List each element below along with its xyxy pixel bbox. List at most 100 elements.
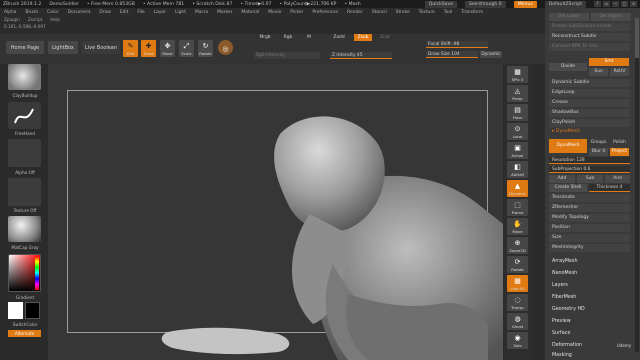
freehand-stroke-thumbnail[interactable]: [8, 102, 41, 129]
dynamic-subdiv-section[interactable]: Dynamic Subdiv: [549, 79, 630, 87]
dynamic-button[interactable]: ▲ Dynamic: [507, 180, 528, 197]
live-boolean-button[interactable]: Live Boolean: [82, 41, 120, 54]
switch-color-button[interactable]: SwitchColor: [5, 322, 45, 327]
focal-shift-slider[interactable]: Focal Shift -98: [426, 41, 488, 48]
crease-section[interactable]: Crease: [549, 99, 630, 107]
menus-button[interactable]: Menus: [513, 0, 537, 8]
material-thumbnail[interactable]: [8, 216, 41, 242]
menu-picker[interactable]: Picker: [290, 10, 303, 15]
menu-draw[interactable]: Draw: [99, 10, 110, 15]
z-intensity-slider[interactable]: Z Intensity 45: [330, 52, 392, 59]
menu-layer[interactable]: Layer: [154, 10, 166, 15]
rgb-button[interactable]: Rgb: [280, 34, 296, 41]
solo-button[interactable]: ◉ Solo: [507, 332, 528, 349]
menu-preferences[interactable]: Preferences: [312, 10, 338, 15]
resolution-slider[interactable]: Resolution 128: [549, 157, 630, 164]
scale-mode-button[interactable]: ⤢ Scale: [179, 40, 194, 57]
main-color-swatch[interactable]: [8, 302, 23, 319]
quicksave-button[interactable]: QuickSave: [424, 0, 458, 8]
suv-toggle[interactable]: Suv: [589, 68, 608, 76]
ghost-button[interactable]: ◍ Ghost: [507, 313, 528, 330]
mrgb-button[interactable]: Mrgb: [254, 34, 276, 41]
dynamic-size-button[interactable]: Dynamic: [480, 51, 502, 58]
menu-help[interactable]: Help: [50, 17, 60, 23]
claypolish-section[interactable]: ClayPolish: [549, 119, 630, 127]
m-button[interactable]: M: [304, 34, 314, 41]
sculpt-model[interactable]: [48, 64, 503, 360]
thickness-slider[interactable]: Thickness 4: [589, 184, 630, 192]
palette-scrollbar[interactable]: [635, 18, 639, 352]
add-button[interactable]: Add: [549, 175, 575, 183]
create-shell-button[interactable]: Create Shell: [549, 184, 587, 192]
meshintegrity-section[interactable]: MeshIntegrity: [549, 244, 630, 252]
groups-toggle[interactable]: Groups: [589, 139, 608, 147]
menu-file[interactable]: File: [137, 10, 144, 15]
menu-alpha[interactable]: Alpha: [4, 10, 16, 15]
arraymesh-subpalette[interactable]: ArrayMesh: [549, 256, 633, 267]
see-through-slider[interactable]: See-through 0: [465, 0, 506, 8]
menu-zplugin[interactable]: Zplugin: [4, 17, 20, 23]
document-canvas[interactable]: [48, 64, 503, 360]
default-zscript-button[interactable]: DefaultZScript: [544, 0, 586, 8]
nanomesh-subpalette[interactable]: NanoMesh: [549, 268, 633, 279]
project-toggle[interactable]: Project: [610, 148, 629, 156]
menu-macro[interactable]: Macro: [195, 10, 208, 15]
edit-mode-button[interactable]: ✎ Edit: [123, 40, 138, 57]
menu-transform[interactable]: Transform: [461, 10, 483, 15]
reconstruct-subdiv-button[interactable]: Reconstruct Subdiv: [549, 33, 630, 41]
shadowbox-section[interactable]: ShadowBox: [549, 109, 630, 117]
minimize-icon[interactable]: —: [612, 1, 619, 7]
rotate-view-button[interactable]: ⟳ Rotate: [507, 256, 528, 273]
menu-render[interactable]: Render: [347, 10, 363, 15]
home-page-button[interactable]: Home Page: [6, 41, 44, 54]
smt-toggle[interactable]: Smt: [589, 58, 629, 66]
menu-zscript[interactable]: Zscript: [28, 17, 43, 23]
material-sphere-icon[interactable]: ◎: [218, 40, 233, 55]
rotate-mode-button[interactable]: ↻ Rotate: [198, 40, 213, 57]
persp-button[interactable]: ◬ Persp: [507, 85, 528, 102]
layers-subpalette[interactable]: Layers: [549, 280, 633, 291]
menu-marker[interactable]: Marker: [217, 10, 232, 15]
menu-tool[interactable]: Tool: [444, 10, 453, 15]
menu-movie[interactable]: Movie: [268, 10, 281, 15]
lightbox-button[interactable]: LightBox: [48, 41, 78, 54]
dynamesh-section-header[interactable]: ▸ DynaMesh: [549, 128, 630, 136]
polish-toggle[interactable]: Polish: [610, 139, 629, 147]
menu-color[interactable]: Color: [47, 10, 58, 15]
close-icon[interactable]: ✕: [630, 1, 637, 7]
tessimate-section[interactable]: Tessimate: [549, 194, 630, 202]
zoom3d-button[interactable]: ⊕ Zoom3D: [507, 237, 528, 254]
menu-stroke[interactable]: Stroke: [396, 10, 410, 15]
menu-light[interactable]: Light: [175, 10, 186, 15]
help-icon[interactable]: ?: [594, 1, 601, 7]
geometry-hd-subpalette[interactable]: Geometry HD: [549, 304, 633, 315]
transp-button[interactable]: ◌ Transp: [507, 294, 528, 311]
palette-scrollbar-thumb[interactable]: [635, 18, 639, 58]
secondary-color-swatch[interactable]: [25, 302, 40, 319]
move-mode-button[interactable]: ✥ Move: [160, 40, 175, 57]
menu-material[interactable]: Material: [241, 10, 259, 15]
reuv-toggle[interactable]: ReUV: [610, 68, 629, 76]
edgeloop-section[interactable]: EdgeLoop: [549, 89, 630, 97]
del-higher-button[interactable]: Del Higher: [591, 13, 631, 21]
aahalf-button[interactable]: ◧ AAHalf: [507, 161, 528, 178]
rgb-intensity-slider[interactable]: Rgb Intensity: [254, 52, 320, 59]
del-lower-button[interactable]: Del Lower: [549, 13, 589, 21]
line-fill-button[interactable]: ▦ Line Fill: [507, 275, 528, 292]
move-view-button[interactable]: ✋ Move: [507, 218, 528, 235]
floor-button[interactable]: ▤ Floor: [507, 104, 528, 121]
menu-document[interactable]: Document: [68, 10, 91, 15]
frame-button[interactable]: ⬚ Frame: [507, 199, 528, 216]
menu-texture[interactable]: Texture: [419, 10, 435, 15]
modify-topology-section[interactable]: Modify Topology: [549, 214, 630, 222]
position-section[interactable]: Position: [549, 224, 630, 232]
draw-mode-button[interactable]: ✚ Draw: [141, 40, 156, 57]
menu-stencil[interactable]: Stencil: [372, 10, 387, 15]
zcut-button[interactable]: Zcut: [378, 34, 392, 41]
actual-button[interactable]: ▣ Actual: [507, 142, 528, 159]
fibermesh-subpalette[interactable]: FiberMesh: [549, 292, 633, 303]
restore-icon[interactable]: ▭: [603, 1, 610, 7]
menu-brush[interactable]: Brush: [25, 10, 38, 15]
surface-subpalette[interactable]: Surface: [549, 328, 633, 339]
zsub-button[interactable]: Zsub: [354, 34, 372, 41]
